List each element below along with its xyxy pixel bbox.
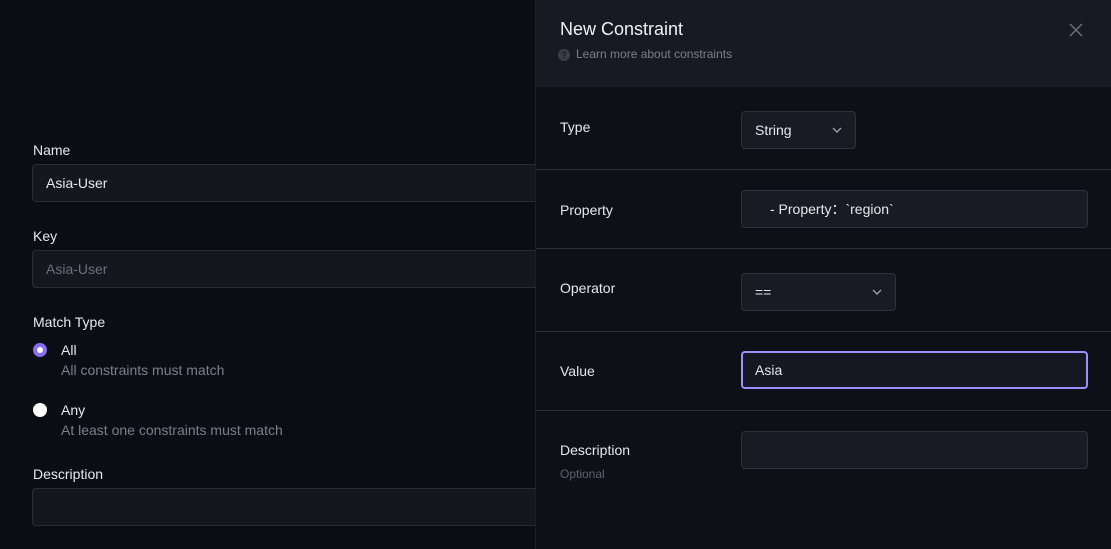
drawer-header: New Constraint ? Learn more about constr… (536, 0, 1111, 87)
operator-select-value: == (755, 284, 772, 300)
option-title: All (61, 342, 77, 358)
property-value: - Property：`region` (770, 201, 894, 217)
page: Name Asia-User Key Asia-User Match Type … (0, 0, 1111, 549)
description-row: Description Optional (536, 411, 1111, 549)
new-constraint-drawer: New Constraint ? Learn more about constr… (535, 0, 1111, 549)
constraint-description-label: Description (560, 442, 631, 458)
segment-form: Name Asia-User Key Asia-User Match Type … (0, 0, 552, 549)
value-row: Value Asia (536, 332, 1111, 411)
constraint-description-input[interactable] (741, 431, 1088, 469)
radio-unchecked-icon[interactable] (33, 403, 47, 417)
operator-select[interactable]: == (741, 273, 896, 311)
option-description: All constraints must match (61, 362, 225, 378)
type-label: Type (560, 119, 591, 135)
type-row: Type String (536, 87, 1111, 170)
learn-more-link[interactable]: Learn more about constraints (576, 47, 732, 61)
question-circle-icon: ? (558, 49, 570, 61)
match-type-option-any[interactable]: Any At least one constraints must match (33, 402, 513, 442)
value-label: Value (560, 363, 595, 379)
option-description: At least one constraints must match (61, 422, 283, 438)
description-label: Description (33, 466, 104, 482)
name-input[interactable]: Asia-User (32, 164, 552, 202)
radio-checked-icon[interactable] (33, 343, 47, 357)
optional-hint: Optional (560, 467, 605, 481)
operator-label: Operator (560, 280, 616, 296)
option-title: Any (61, 402, 86, 418)
property-label: Property (560, 202, 613, 218)
key-label: Key (33, 228, 58, 244)
drawer-title: New Constraint (560, 19, 684, 39)
type-select[interactable]: String (741, 111, 856, 149)
chevron-down-icon (872, 289, 882, 295)
name-label: Name (33, 142, 71, 158)
match-type-option-all[interactable]: All All constraints must match (33, 342, 513, 382)
value-input[interactable]: Asia (741, 351, 1088, 389)
property-row: Property - Property：`region` (536, 170, 1111, 249)
close-icon[interactable] (1066, 20, 1086, 40)
operator-row: Operator == (536, 249, 1111, 332)
chevron-down-icon (832, 127, 842, 133)
type-select-value: String (755, 122, 792, 138)
key-input[interactable]: Asia-User (32, 250, 552, 288)
description-input[interactable] (32, 488, 552, 526)
match-type-label: Match Type (33, 314, 106, 330)
property-input[interactable]: - Property：`region` (741, 190, 1088, 228)
